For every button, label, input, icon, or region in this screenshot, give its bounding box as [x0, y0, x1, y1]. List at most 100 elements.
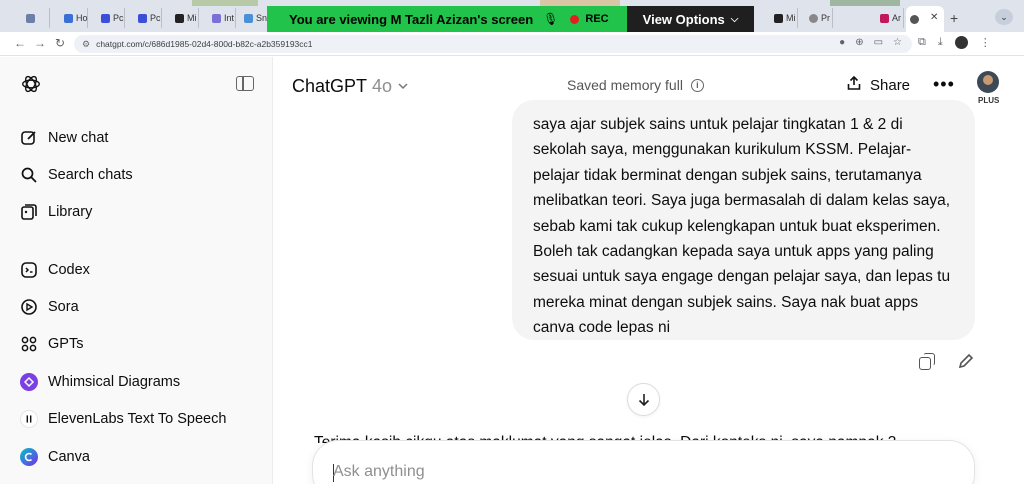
- browser-tab[interactable]: Pc: [97, 8, 125, 28]
- sidebar-item-whimsical-diagrams[interactable]: Whimsical Diagrams: [20, 370, 180, 394]
- reload-icon[interactable]: ↻: [55, 36, 65, 50]
- tab-favicon-icon: [138, 13, 147, 23]
- mic-muted-icon: 🎙︎: [543, 12, 559, 26]
- forward-icon[interactable]: →: [34, 36, 46, 50]
- sidebar-item-label: New chat: [48, 130, 109, 146]
- canva-icon: [20, 448, 38, 466]
- codex-icon: [20, 261, 38, 279]
- bookmark-star-icon[interactable]: ☆: [893, 37, 902, 48]
- menu-icon[interactable]: ⋮: [980, 36, 991, 49]
- sidebar-item-sora[interactable]: Sora: [20, 295, 79, 319]
- tab-favicon-icon: [101, 13, 110, 23]
- user-message-bubble: saya ajar subjek sains untuk pelajar tin…: [512, 100, 975, 340]
- browser-toolbar: ← → ↻ ⚙ chatgpt.com/c/686d1985-02d4-800d…: [0, 32, 1024, 56]
- saved-memory-label: Saved memory full: [567, 77, 683, 93]
- edit-message-icon[interactable]: [957, 352, 975, 370]
- saved-memory-status[interactable]: Saved memory full i: [567, 77, 704, 93]
- user-message-text: saya ajar subjek sains untuk pelajar tin…: [533, 116, 951, 337]
- back-icon[interactable]: ←: [14, 36, 26, 50]
- sidebar-item-canva[interactable]: Canva: [20, 445, 90, 469]
- prompt-input[interactable]: [333, 463, 933, 481]
- sidebar-item-label: Sora: [48, 299, 79, 315]
- viewing-text: You are viewing M Tazli Azizan's screen: [289, 11, 534, 27]
- profile-avatar-icon[interactable]: [954, 36, 968, 49]
- openai-logo-icon[interactable]: [20, 73, 42, 95]
- browser-tab[interactable]: Sn: [240, 8, 268, 28]
- tab-favicon-icon: [64, 13, 73, 23]
- info-icon[interactable]: i: [690, 78, 704, 92]
- tab-title: Pc: [113, 13, 124, 23]
- browser-tab[interactable]: Ho: [60, 8, 88, 28]
- toggle-sidebar-icon[interactable]: [236, 76, 254, 91]
- sidebar-item-library[interactable]: Library: [20, 200, 92, 224]
- browser-tab[interactable]: Pr: [805, 8, 833, 28]
- browser-tab[interactable]: Pc: [134, 8, 162, 28]
- extensions-icon[interactable]: ⧉: [918, 36, 926, 49]
- sidebar-item-label: Library: [48, 204, 93, 220]
- edit-icon: [20, 129, 38, 147]
- screen-share-banner: You are viewing M Tazli Azizan's screen …: [267, 6, 627, 32]
- message-actions: [917, 352, 975, 370]
- sidebar-item-label: ElevenLabs Text To Speech: [48, 411, 227, 427]
- share-button[interactable]: Share: [846, 75, 910, 95]
- new-tab-icon[interactable]: +: [950, 10, 958, 26]
- avatar[interactable]: [977, 71, 999, 93]
- scroll-to-bottom-button[interactable]: [627, 383, 660, 416]
- tab-title: Ar: [892, 13, 901, 23]
- sora-icon: [20, 298, 38, 316]
- browser-toolbar-right: ⧉ ⤓ ⋮: [918, 36, 991, 49]
- url-text: chatgpt.com/c/686d1985-02d4-800d-b82c-a2…: [96, 39, 313, 49]
- arrow-down-icon: [638, 393, 649, 406]
- tab-favicon-icon: [910, 14, 919, 24]
- chevron-down-icon: ⌵: [730, 13, 739, 25]
- browser-tab[interactable]: Mi: [171, 8, 199, 28]
- omnibox-actions: ● ⊕ ▭ ☆: [839, 37, 902, 48]
- whimsical-icon: [20, 373, 38, 391]
- model-version: 4o: [372, 76, 393, 96]
- browser-tab[interactable]: Ar: [876, 8, 904, 28]
- site-info-icon[interactable]: ⚙: [82, 39, 90, 50]
- chevron-down-icon: [397, 76, 409, 97]
- view-options-button[interactable]: View Options ⌵: [627, 6, 754, 32]
- browser-tab[interactable]: Mi: [770, 8, 798, 28]
- page-icon[interactable]: ▭: [874, 37, 883, 48]
- address-bar[interactable]: ⚙ chatgpt.com/c/686d1985-02d4-800d-b82c-…: [74, 35, 912, 53]
- tab-search-icon[interactable]: ⌄: [995, 9, 1013, 25]
- sidebar-item-codex[interactable]: Codex: [20, 258, 90, 282]
- tab-title: Int: [224, 13, 235, 23]
- search-icon: [20, 166, 38, 184]
- chat-main: ChatGPT 4o Saved memory full i Share •••…: [274, 57, 1024, 484]
- browser-tab[interactable]: Int: [208, 8, 236, 28]
- tab-title: Ho: [76, 13, 88, 23]
- tab-favicon-icon: [880, 13, 889, 23]
- tab-favicon-icon: [26, 13, 35, 23]
- sidebar: New chat Search chats Library Codex Sora…: [0, 57, 273, 484]
- zoom-icon[interactable]: ⊕: [855, 37, 863, 48]
- sidebar-item-label: Search chats: [48, 167, 133, 183]
- download-icon[interactable]: ⤓: [938, 36, 943, 49]
- sidebar-item-label: Canva: [48, 449, 90, 465]
- tab-favicon-icon: [212, 13, 221, 23]
- tab-favicon-icon: [175, 13, 184, 23]
- sidebar-item-search-chats[interactable]: Search chats: [20, 163, 133, 187]
- grid-icon: [20, 335, 38, 353]
- composer: [312, 440, 975, 484]
- rec-dot-icon: [570, 14, 580, 24]
- sidebar-item-label: GPTs: [48, 336, 84, 352]
- copy-icon[interactable]: [917, 352, 935, 370]
- library-icon: [20, 203, 38, 221]
- sidebar-item-new-chat[interactable]: New chat: [20, 126, 108, 150]
- tab-favicon-icon: [774, 13, 783, 23]
- model-selector[interactable]: ChatGPT 4o: [292, 76, 409, 97]
- tab-title: Mi: [786, 13, 796, 23]
- sidebar-item-elevenlabs[interactable]: ElevenLabs Text To Speech: [20, 407, 226, 431]
- tab-close-icon[interactable]: ✕: [930, 12, 938, 23]
- video-thumbnail: [192, 0, 258, 6]
- more-options-icon[interactable]: •••: [933, 74, 955, 95]
- browser-tab[interactable]: [22, 8, 50, 28]
- elevenlabs-icon: [20, 410, 38, 428]
- sidebar-item-gpts[interactable]: GPTs: [20, 332, 83, 356]
- tab-title: Pc: [150, 13, 161, 23]
- share-label: Share: [870, 76, 911, 94]
- record-dot-icon[interactable]: ●: [839, 37, 845, 48]
